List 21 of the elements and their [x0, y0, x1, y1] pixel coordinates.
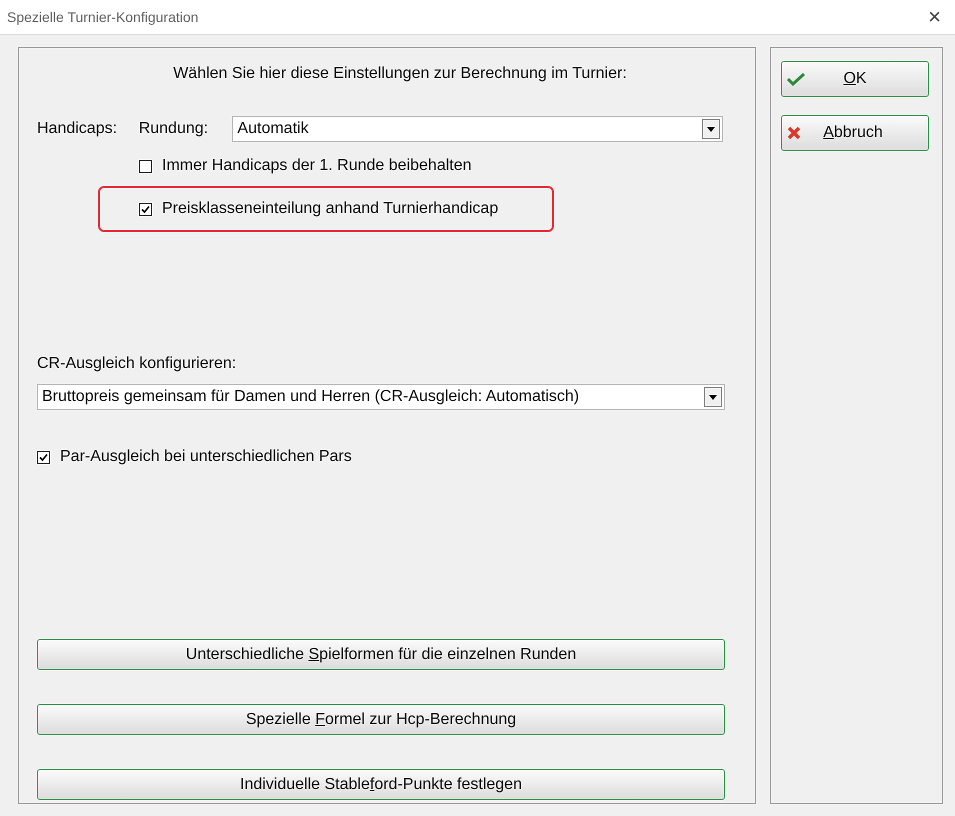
handicaps-label: Handicaps: — [37, 119, 118, 139]
checkbox[interactable] — [37, 450, 50, 464]
cancel-button[interactable]: Abbruch — [781, 115, 929, 151]
option-label: Preisklasseneinteilung anhand Turnierhandicap — [162, 199, 498, 219]
rounding-dropdown[interactable]: Automatik — [232, 116, 723, 142]
par-label: Par-Ausgleich bei unterschiedlichen Pars — [60, 447, 352, 467]
checkmark-icon — [787, 72, 805, 86]
checkbox[interactable] — [139, 160, 152, 172]
window-title: Spezielle Turnier-Konfiguration — [7, 8, 198, 27]
ok-button[interactable]: OK — [781, 61, 929, 97]
checkbox[interactable] — [139, 202, 152, 216]
cr-label: CR-Ausgleich konfigurieren: — [37, 354, 238, 374]
action-button[interactable]: Individuelle Stableford-Punkte festlegen — [37, 769, 725, 800]
option-label: Immer Handicaps der 1. Runde beibehalten — [162, 156, 472, 176]
close-icon — [787, 126, 801, 140]
action-button[interactable]: Spezielle Formel zur Hcp-Berechnung — [37, 704, 725, 735]
cr-dropdown[interactable]: Bruttopreis gemeinsam für Damen und Herren (CR-Ausgleich: Automatisch) — [37, 384, 725, 410]
instruction-text: Wählen Sie hier diese Einstellungen zur Berechnung im Turnier: — [172, 64, 628, 84]
close-button[interactable]: × — [928, 6, 941, 28]
action-button[interactable]: Unterschiedliche Spielformen für die einzelnen Runden — [37, 639, 725, 670]
rounding-label: Rundung: — [138, 119, 210, 139]
